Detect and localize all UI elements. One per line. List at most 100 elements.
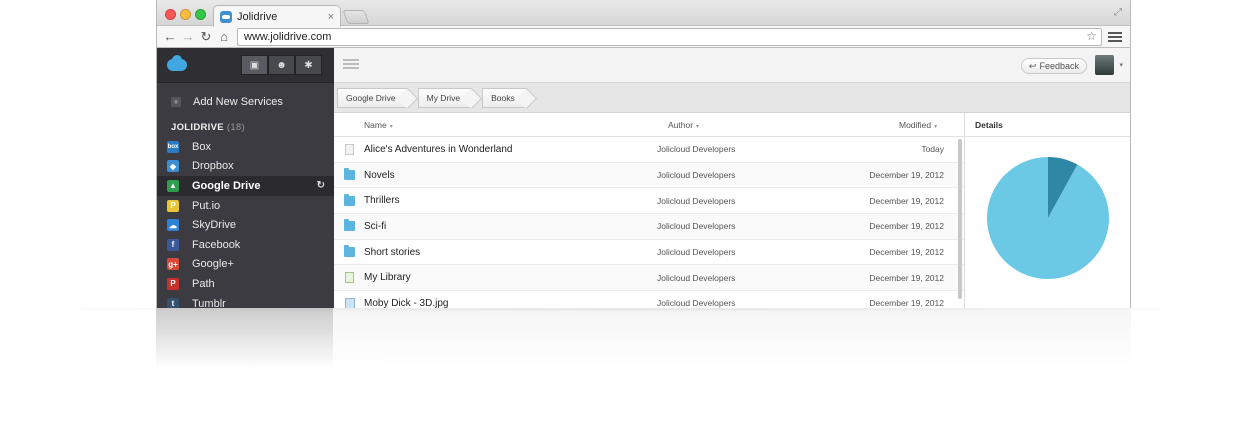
feedback-arrow-icon: ↩ xyxy=(1028,60,1037,71)
sidebar-item-label: SkyDrive xyxy=(192,219,237,232)
file-name: Thrillers xyxy=(364,195,400,207)
breadcrumb-my-drive[interactable]: My Drive xyxy=(417,87,473,108)
settings-button[interactable]: ✱ xyxy=(295,55,322,75)
drive-view-button[interactable]: ▣ xyxy=(241,55,268,75)
reload-button[interactable]: ↻ xyxy=(197,29,215,45)
bookmark-star-icon[interactable]: ☆ xyxy=(1086,29,1097,43)
sidebar-header: ▣ ☻ ✱ xyxy=(157,48,334,83)
add-new-services-label: Add New Services xyxy=(193,96,283,108)
file-modified: December 19, 2012 xyxy=(869,170,944,181)
file-list-scrollbar[interactable] xyxy=(958,139,962,299)
minimize-window-button[interactable] xyxy=(180,9,191,20)
reflection-sidebar xyxy=(156,308,333,368)
google-drive-icon: ▲ xyxy=(167,179,179,192)
table-row[interactable]: Novels Jolicloud Developers December 19, 2… xyxy=(334,162,964,189)
people-button[interactable]: ☻ xyxy=(268,55,295,75)
google-plus-icon: g+ xyxy=(167,258,179,271)
main-header: ↩ Feedback ▾ xyxy=(334,48,1130,83)
tab-close-icon[interactable]: × xyxy=(328,11,334,23)
jolidrive-app: ▣ ☻ ✱ + Add New Services JOLIDRIVE (18) b… xyxy=(157,48,1130,308)
avatar[interactable] xyxy=(1095,55,1114,75)
browser-menu-icon[interactable] xyxy=(1108,31,1122,42)
plus-icon: + xyxy=(171,97,181,107)
back-button[interactable]: ← xyxy=(161,29,179,44)
sidebar-item-google[interactable]: g+ Google+ xyxy=(157,255,334,275)
file-author: Jolicloud Developers xyxy=(657,170,736,181)
zoom-window-button[interactable] xyxy=(195,9,206,20)
service-group-count: (18) xyxy=(226,122,245,133)
forward-button[interactable]: → xyxy=(179,29,197,44)
file-rows: Alice's Adventures in Wonderland Joliclou… xyxy=(334,137,964,308)
storage-pie-chart xyxy=(987,157,1109,279)
sidebar-item-box[interactable]: box Box xyxy=(157,137,334,157)
file-list-header: Name ▾ Author ▾ Modified ▾ xyxy=(334,113,964,137)
refresh-icon[interactable]: ↻ xyxy=(317,180,325,191)
sheet-icon xyxy=(345,272,354,284)
sidebar-item-label: Tumblr xyxy=(192,297,226,308)
sort-by-modified-button[interactable]: Modified ▾ xyxy=(899,120,937,130)
jolidrive-favicon-icon xyxy=(220,10,232,23)
sort-by-name-button[interactable]: Name ▾ xyxy=(364,120,393,130)
sidebar-item-dropbox[interactable]: ◆ Dropbox xyxy=(157,157,334,177)
service-list: box Box ◆ Dropbox ▲ Google Drive ↻ P Put.io ☁ SkyD… xyxy=(157,137,334,308)
file-modified: December 19, 2012 xyxy=(869,298,944,308)
file-modified: December 19, 2012 xyxy=(869,247,944,258)
breadcrumb: Google Drive My Drive Books xyxy=(334,83,1130,113)
tumblr-icon: t xyxy=(167,297,179,308)
file-modified: December 19, 2012 xyxy=(869,272,944,283)
menu-toggle-icon[interactable] xyxy=(343,59,359,69)
sidebar-item-path[interactable]: P Path xyxy=(157,274,334,294)
table-row[interactable]: Alice's Adventures in Wonderland Joliclou… xyxy=(334,137,964,163)
fullscreen-icon[interactable]: ⤢ xyxy=(1114,7,1122,18)
sort-caret-icon: ▾ xyxy=(696,123,700,130)
file-name: Short stories xyxy=(364,246,421,258)
file-name: Alice's Adventures in Wonderland xyxy=(364,143,513,155)
screenshot-scene: Jolidrive × ⤢ ← → ↻ ⌂ www.jolidrive.com … xyxy=(0,0,1246,428)
browser-window: Jolidrive × ⤢ ← → ↻ ⌂ www.jolidrive.com … xyxy=(156,0,1131,308)
file-modified: Today xyxy=(921,144,944,155)
jolidrive-logo-icon[interactable] xyxy=(167,55,187,71)
file-author: Jolicloud Developers xyxy=(657,144,736,155)
file-name: Novels xyxy=(364,169,395,181)
sidebar-item-label: Facebook xyxy=(192,238,241,251)
breadcrumb-google-drive[interactable]: Google Drive xyxy=(337,87,408,108)
feedback-label: Feedback xyxy=(1039,61,1079,71)
sidebar: ▣ ☻ ✱ + Add New Services JOLIDRIVE (18) b… xyxy=(157,48,334,308)
tab-title: Jolidrive xyxy=(237,10,278,23)
address-bar[interactable]: www.jolidrive.com ☆ xyxy=(237,27,1102,46)
close-window-button[interactable] xyxy=(165,9,176,20)
content-area: Name ▾ Author ▾ Modified ▾ Alice's Adventur… xyxy=(334,113,1130,308)
sidebar-section: + Add New Services JOLIDRIVE (18) box Box ◆… xyxy=(157,83,334,308)
sidebar-item-put-io[interactable]: P Put.io xyxy=(157,196,334,216)
sidebar-item-tumblr[interactable]: t Tumblr xyxy=(157,294,334,308)
sidebar-item-skydrive[interactable]: ☁ SkyDrive xyxy=(157,215,334,235)
sidebar-item-facebook[interactable]: f Facebook xyxy=(157,235,334,255)
file-author: Jolicloud Developers xyxy=(657,195,736,206)
folder-icon xyxy=(344,168,355,181)
folder-icon xyxy=(344,245,355,258)
file-list: Name ▾ Author ▾ Modified ▾ Alice's Adventur… xyxy=(334,113,964,308)
avatar-menu-caret-icon[interactable]: ▾ xyxy=(1119,61,1123,69)
file-name: My Library xyxy=(364,272,411,284)
sort-by-author-button[interactable]: Author ▾ xyxy=(668,120,699,130)
file-modified: December 19, 2012 xyxy=(869,195,944,206)
file-author: Jolicloud Developers xyxy=(657,272,736,283)
file-author: Jolicloud Developers xyxy=(657,298,736,308)
sidebar-item-label: Google+ xyxy=(192,258,234,271)
table-row[interactable]: My Library Jolicloud Developers December 1… xyxy=(334,265,964,292)
breadcrumb-books[interactable]: Books xyxy=(482,87,527,108)
sidebar-item-google-drive[interactable]: ▲ Google Drive ↻ xyxy=(157,176,334,196)
main-panel: ↩ Feedback ▾ Google Drive My Drive Books… xyxy=(334,48,1130,308)
table-row[interactable]: Moby Dick - 3D.jpg Jolicloud Developers De… xyxy=(334,291,964,308)
table-row[interactable]: Sci-fi Jolicloud Developers December 19, 2… xyxy=(334,214,964,240)
new-tab-button[interactable] xyxy=(342,10,370,24)
browser-toolbar: ← → ↻ ⌂ www.jolidrive.com ☆ xyxy=(157,26,1130,48)
table-row[interactable]: Short stories Jolicloud Developers Decembe… xyxy=(334,240,964,266)
table-row[interactable]: Thrillers Jolicloud Developers December 19… xyxy=(334,188,964,215)
tab-jolidrive[interactable]: Jolidrive × xyxy=(213,5,341,27)
details-panel: Details xyxy=(964,113,1130,308)
feedback-button[interactable]: ↩ Feedback xyxy=(1020,58,1087,74)
home-button[interactable]: ⌂ xyxy=(215,29,233,44)
add-new-services-button[interactable]: + Add New Services xyxy=(157,93,334,111)
sidebar-item-label: Path xyxy=(192,277,215,290)
